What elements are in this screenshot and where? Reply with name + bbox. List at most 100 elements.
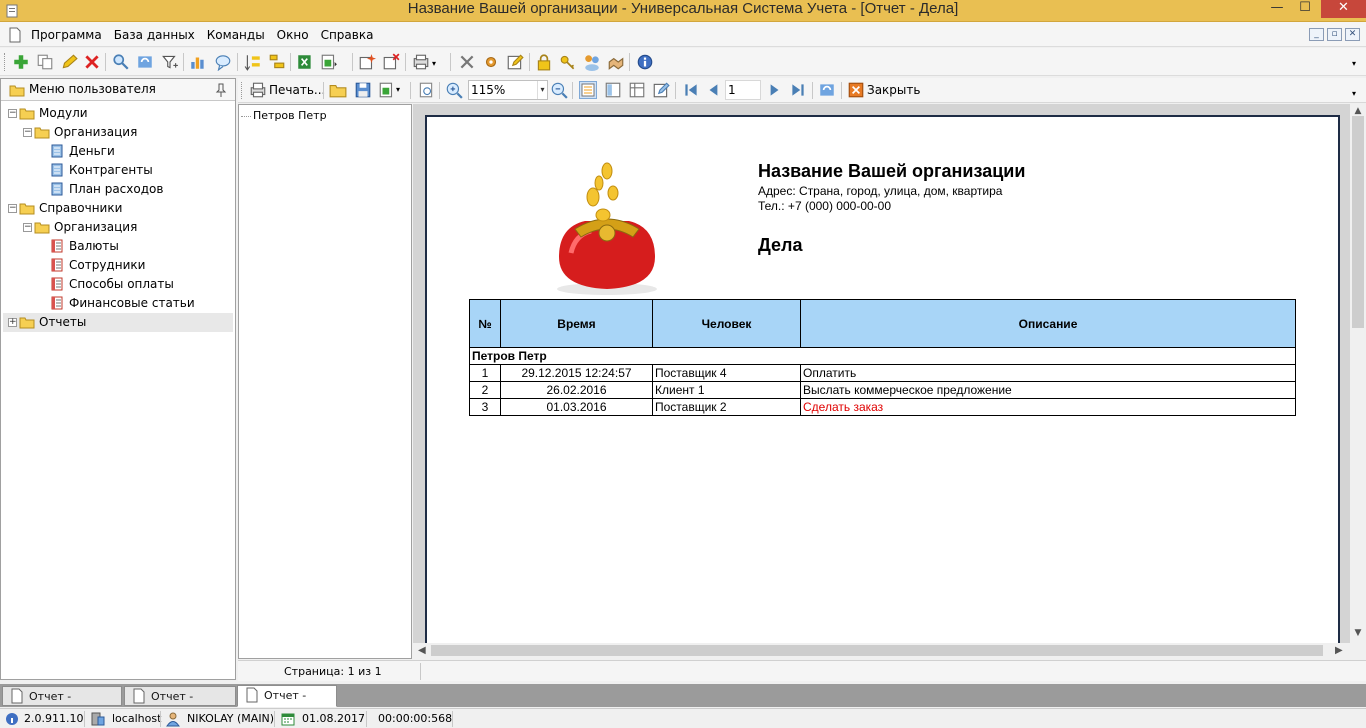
key-icon[interactable]: [559, 53, 577, 71]
print-button[interactable]: Печать...: [269, 78, 325, 102]
comment-icon[interactable]: [214, 53, 232, 72]
last-page-icon[interactable]: [789, 81, 807, 99]
tree-item-modules[interactable]: − Модули: [3, 104, 233, 123]
refresh-report-icon[interactable]: [818, 81, 836, 99]
add-icon[interactable]: [12, 53, 30, 71]
mdi-restore-button[interactable]: ▫: [1327, 28, 1342, 41]
group-header: Петров Петр: [469, 347, 1296, 365]
lock-icon[interactable]: [535, 53, 553, 71]
prev-page-icon[interactable]: [705, 81, 723, 99]
page-number-input[interactable]: 1: [725, 80, 761, 100]
expand-toggle-icon[interactable]: −: [23, 223, 32, 232]
settings-icon[interactable]: [482, 53, 500, 71]
handshake-icon[interactable]: [607, 53, 625, 71]
mdi-minimize-button[interactable]: _: [1309, 28, 1324, 41]
filter-icon[interactable]: [161, 53, 179, 71]
edit-icon[interactable]: [60, 53, 78, 71]
toolbar-overflow-icon[interactable]: ▾: [1352, 81, 1362, 99]
tree-item-financial-items[interactable]: Финансовые статьи: [3, 294, 233, 313]
maximize-button[interactable]: ☐: [1291, 0, 1319, 18]
scroll-left-icon[interactable]: ◀: [418, 643, 426, 658]
scroll-thumb[interactable]: [431, 645, 1323, 656]
form-edit-icon[interactable]: [506, 53, 524, 71]
chevron-down-icon[interactable]: ▾: [396, 81, 404, 99]
tree-item-organization[interactable]: − Организация: [3, 123, 233, 142]
menu-program[interactable]: Программа: [25, 22, 108, 48]
tree-item-label: Организация: [54, 220, 138, 234]
horizontal-scrollbar[interactable]: ◀ ▶: [413, 643, 1350, 658]
close-doc-icon[interactable]: [382, 53, 400, 71]
tab-money-report[interactable]: Отчет - Деньги: [124, 686, 236, 723]
scroll-thumb[interactable]: [1352, 116, 1364, 328]
first-page-icon[interactable]: [682, 81, 700, 99]
tree-item-money[interactable]: Деньги: [3, 142, 233, 161]
print-setup-icon[interactable]: [412, 53, 430, 71]
export-icon[interactable]: [378, 81, 396, 99]
close-report-icon[interactable]: [847, 81, 865, 99]
cell-person: Клиент 1: [652, 381, 801, 399]
menu-commands[interactable]: Команды: [201, 22, 271, 48]
chart-icon[interactable]: [189, 53, 207, 71]
expand-toggle-icon[interactable]: −: [23, 128, 32, 137]
menu-database[interactable]: База данных: [108, 22, 201, 48]
edit-page-icon[interactable]: [652, 81, 670, 99]
pin-icon[interactable]: [213, 82, 229, 98]
tree-item-directories[interactable]: − Справочники: [3, 199, 233, 218]
expand-toggle-icon[interactable]: −: [8, 204, 17, 213]
new-window-icon[interactable]: [358, 53, 376, 71]
minimize-button[interactable]: —: [1263, 0, 1291, 18]
scroll-up-icon[interactable]: ▲: [1350, 106, 1366, 116]
users-icon[interactable]: [583, 53, 601, 71]
scroll-right-icon[interactable]: ▶: [1335, 643, 1343, 658]
chevron-down-icon[interactable]: ▾: [432, 53, 442, 71]
vertical-scrollbar[interactable]: ▲ ▼: [1350, 104, 1366, 643]
tree-item-payment-methods[interactable]: Способы оплаты: [3, 275, 233, 294]
tree-item-expense-plan[interactable]: План расходов: [3, 180, 233, 199]
zoom-out-icon[interactable]: [550, 81, 568, 99]
page-setup-icon[interactable]: [417, 81, 435, 99]
refresh-icon[interactable]: [136, 53, 154, 71]
tools-icon[interactable]: [458, 53, 476, 71]
tab-expenses-report[interactable]: Отчет - Расходы: [2, 686, 122, 723]
search-icon[interactable]: [112, 53, 130, 71]
menu-window[interactable]: Окно: [271, 22, 315, 48]
toolbar-grip[interactable]: [241, 82, 244, 99]
directory-icon: [49, 238, 65, 254]
tree-item-reports[interactable]: + Отчеты: [3, 313, 233, 332]
next-page-icon[interactable]: [765, 81, 783, 99]
toolbar-grip[interactable]: [4, 53, 7, 71]
tree-item-organization[interactable]: − Организация: [3, 218, 233, 237]
outline-toggle-icon[interactable]: [579, 81, 597, 99]
page-view-icon[interactable]: [628, 81, 646, 99]
menu-help[interactable]: Справка: [315, 22, 380, 48]
expand-toggle-icon[interactable]: −: [8, 109, 17, 118]
open-folder-icon[interactable]: [329, 81, 347, 99]
print-icon[interactable]: [249, 81, 267, 99]
cell-description: Выслать коммерческое предложение: [800, 381, 1296, 399]
info-icon[interactable]: [636, 53, 654, 71]
close-report-button[interactable]: Закрыть: [867, 78, 920, 102]
tab-tasks-report[interactable]: Отчет - Дела: [237, 685, 337, 722]
zoom-select[interactable]: 115% ▾: [468, 80, 548, 100]
export-menu-icon[interactable]: [320, 53, 338, 71]
delete-icon[interactable]: [83, 53, 101, 71]
outline-node[interactable]: Петров Петр: [241, 109, 327, 123]
expand-toggle-icon[interactable]: +: [8, 318, 17, 327]
export-excel-icon[interactable]: [296, 53, 314, 71]
sort-icon[interactable]: [244, 53, 262, 71]
toolbar-overflow-icon[interactable]: ▾: [1352, 53, 1362, 71]
group-icon[interactable]: [268, 53, 286, 71]
toolbar-separator: [439, 82, 440, 99]
zoom-in-icon[interactable]: [445, 81, 463, 99]
tree-item-employees[interactable]: Сотрудники: [3, 256, 233, 275]
chevron-down-icon[interactable]: ▾: [537, 81, 547, 99]
close-window-button[interactable]: ✕: [1321, 0, 1366, 18]
mdi-close-button[interactable]: ✕: [1345, 28, 1360, 41]
scroll-down-icon[interactable]: ▼: [1350, 628, 1366, 638]
copy-icon[interactable]: [36, 53, 54, 71]
toolbar-separator: [812, 82, 813, 99]
tree-item-contractors[interactable]: Контрагенты: [3, 161, 233, 180]
tree-item-currencies[interactable]: Валюты: [3, 237, 233, 256]
thumbnails-icon[interactable]: [604, 81, 622, 99]
save-icon[interactable]: [354, 81, 372, 99]
